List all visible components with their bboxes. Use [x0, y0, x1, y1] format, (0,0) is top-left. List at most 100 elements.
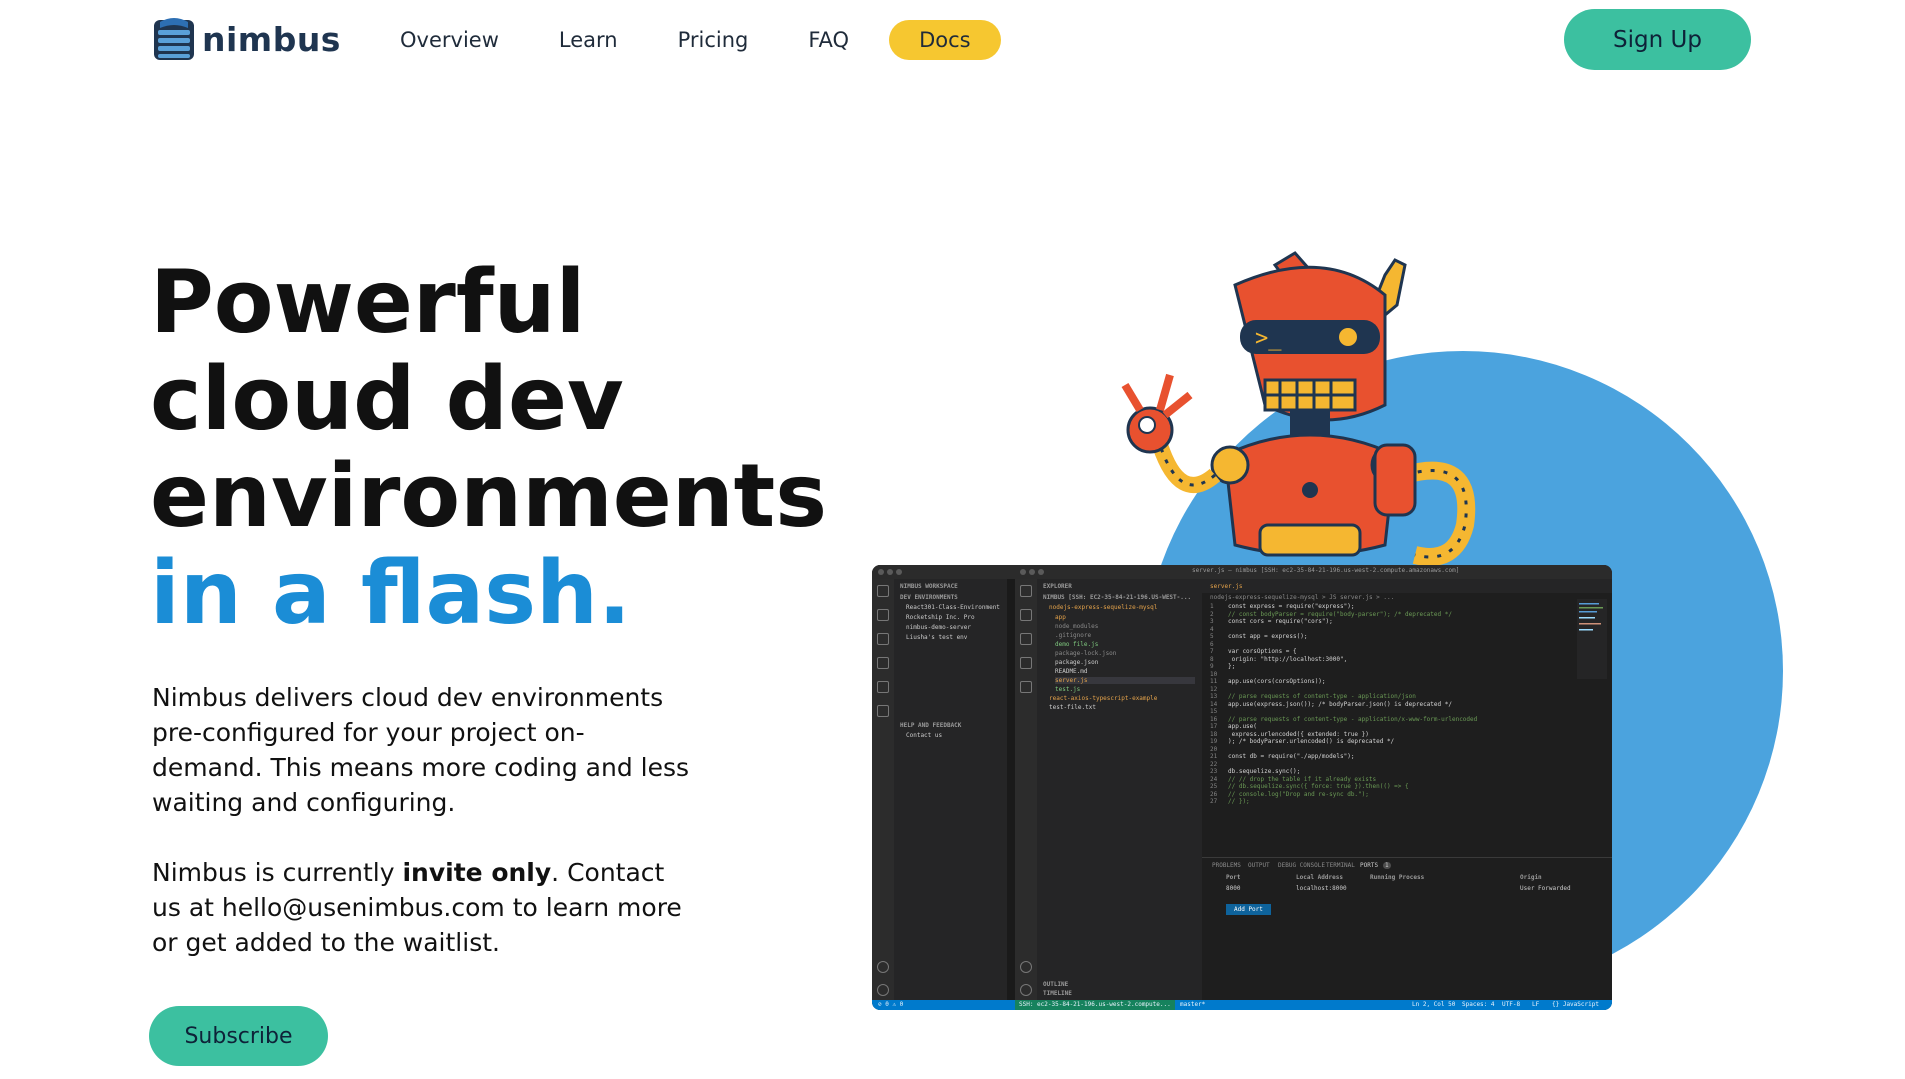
source-control-icon	[877, 657, 889, 669]
sidebar-divider	[1007, 579, 1015, 1000]
line-text: const cors = require("cors");	[1228, 618, 1333, 625]
search-icon	[1020, 609, 1032, 621]
active-tab: server.js	[1210, 583, 1243, 590]
extensions-icon	[877, 705, 889, 717]
status-branch: master*	[1180, 1001, 1206, 1008]
nav-faq[interactable]: FAQ	[788, 20, 869, 60]
svg-text:>_: >_	[1255, 326, 1282, 351]
robot-mascot-illustration: >_	[1121, 251, 1476, 566]
code-line: 21 const db = require("./app/models");	[1210, 753, 1354, 760]
line-number: 18	[1210, 730, 1218, 738]
line-number: 24	[1210, 775, 1218, 783]
code-line: 18 express.urlencoded({ extended: true }…	[1210, 731, 1369, 738]
invite-note-prefix: Nimbus is currently	[152, 858, 403, 887]
run-debug-icon	[1020, 657, 1032, 669]
line-number: 27	[1210, 798, 1218, 805]
line-text: const app = express();	[1228, 633, 1308, 640]
line-text: ); /* bodyParser.urlencoded() is depreca…	[1228, 738, 1395, 745]
status-spaces: Spaces: 4	[1462, 1001, 1495, 1008]
file-item: react-axios-typescript-example	[1049, 695, 1158, 702]
status-cursor: Ln 2, Col 50	[1412, 1001, 1456, 1008]
code-line: 1 const express = require("express");	[1210, 603, 1354, 610]
minimap	[1577, 599, 1607, 679]
status-encoding: UTF-8	[1502, 1001, 1521, 1008]
line-text: db.sequelize.sync();	[1228, 768, 1301, 775]
remote-indicator: SSH: ec2-35-84-21-196.us-west-2.compute.…	[1015, 1000, 1175, 1010]
file-item: package.json	[1055, 659, 1099, 666]
sign-up-button[interactable]: Sign Up	[1564, 9, 1751, 70]
nimbus-workspace-panel: NIMBUS WORKSPACE DEV ENVIRONMENTS React3…	[894, 579, 1007, 1000]
env-item: Liusha's test env	[906, 634, 968, 641]
run-debug-icon	[877, 681, 889, 693]
line-number: 23	[1210, 768, 1218, 775]
code-line: 2 // const bodyParser = require("body-par…	[1210, 611, 1452, 618]
line-text: // parse requests of content-type - appl…	[1228, 715, 1478, 723]
extensions-icon	[1020, 681, 1032, 693]
hero-headline: Powerful cloud dev environments in a fla…	[150, 254, 827, 642]
logo-mark-icon	[154, 18, 194, 60]
line-number: 19	[1210, 738, 1218, 745]
line-number: 13	[1210, 693, 1218, 700]
code-line: 17 app.use(	[1210, 723, 1257, 730]
file-item: test.js	[1055, 686, 1081, 693]
invite-only-emphasis: invite only	[402, 858, 552, 887]
code-line: 20	[1210, 746, 1228, 753]
hero-description: Nimbus delivers cloud dev environments p…	[152, 683, 690, 817]
line-number: 15	[1210, 708, 1218, 715]
vscode-screenshot: server.js — nimbus [SSH: ec2-35-84-21-19…	[872, 565, 1612, 1010]
status-bar: SSH: ec2-35-84-21-196.us-west-2.compute.…	[872, 1000, 1612, 1010]
hero-line-3: environments	[150, 445, 828, 547]
line-number: 17	[1210, 723, 1218, 730]
code-line: 13 // parse requests of content-type - ap…	[1210, 693, 1416, 700]
line-number: 3	[1210, 618, 1214, 625]
line-number: 20	[1210, 745, 1218, 753]
line-text: app.use(cors(corsOptions));	[1228, 678, 1326, 685]
env-item: React301-Class-Environment	[906, 604, 1000, 611]
status-eol: LF	[1532, 1001, 1540, 1008]
line-text: const db = require("./app/models");	[1228, 753, 1355, 760]
explorer-root: NIMBUS [SSH: EC2-35-84-21-196.US-WEST-..…	[1043, 594, 1192, 601]
port-origin: User Forwarded	[1520, 885, 1571, 892]
line-number: 16	[1210, 715, 1218, 723]
timeline-section: TIMELINE	[1043, 990, 1072, 997]
nav-docs[interactable]: Docs	[889, 20, 1001, 60]
file-item: README.md	[1055, 668, 1088, 675]
contact-us-item: Contact us	[906, 732, 943, 739]
nav-overview[interactable]: Overview	[380, 20, 519, 60]
subscribe-button[interactable]: Subscribe	[149, 1006, 328, 1066]
line-number: 9	[1210, 663, 1214, 670]
code-line: 24 // // drop the table if it already exi…	[1210, 776, 1376, 783]
panel-tab-terminal: TERMINAL	[1326, 862, 1355, 869]
line-text: const express = require("express");	[1228, 603, 1355, 610]
code-line: 8 origin: "http://localhost:3000",	[1210, 656, 1347, 663]
nav-learn[interactable]: Learn	[539, 20, 638, 60]
status-problems: ⊘ 0 ⚠ 0	[878, 1001, 904, 1008]
ports-count-badge: 1	[1383, 862, 1391, 869]
code-line: 15	[1210, 708, 1228, 715]
file-item: app	[1055, 614, 1066, 621]
settings-gear-icon	[1020, 984, 1032, 996]
code-line: 22	[1210, 761, 1228, 768]
activity-bar-right	[1015, 579, 1037, 1000]
nav-pricing[interactable]: Pricing	[658, 20, 769, 60]
line-number: 10	[1210, 670, 1218, 678]
workspace-header: NIMBUS WORKSPACE	[900, 583, 958, 590]
line-number: 26	[1210, 790, 1218, 798]
account-icon	[1020, 961, 1032, 973]
panel-tab-output: OUTPUT	[1248, 862, 1270, 869]
line-text: // // drop the table if it already exist…	[1228, 775, 1377, 783]
line-number: 22	[1210, 760, 1218, 768]
code-line: 19 ); /* bodyParser.urlencoded() is depre…	[1210, 738, 1394, 745]
line-text: origin: "http://localhost:3000",	[1228, 655, 1348, 663]
code-line: 6	[1210, 641, 1228, 648]
ports-header-origin: Origin	[1520, 874, 1542, 881]
add-port-button: Add Port	[1226, 904, 1271, 915]
code-line: 11 app.use(cors(corsOptions));	[1210, 678, 1326, 685]
dev-environments-header: DEV ENVIRONMENTS	[900, 594, 958, 601]
line-number: 11	[1210, 678, 1218, 685]
nimbus-logo[interactable]: nimbus	[152, 14, 341, 64]
editor-title: server.js — nimbus [SSH: ec2-35-84-21-19…	[1192, 567, 1460, 574]
project-folder: nodejs-express-sequelize-mysql	[1049, 604, 1158, 611]
code-line: 16 // parse requests of content-type - ap…	[1210, 716, 1477, 723]
code-line: 4	[1210, 626, 1228, 633]
